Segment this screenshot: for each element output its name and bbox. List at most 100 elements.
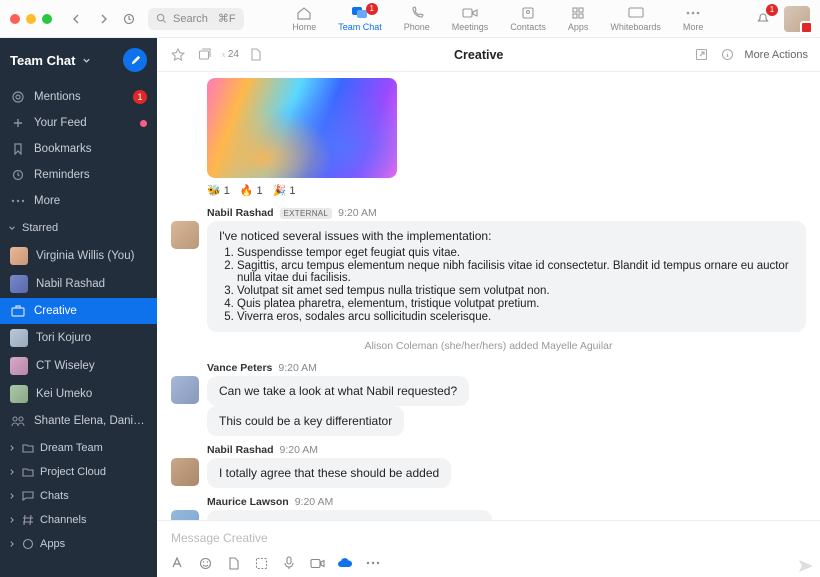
nav-more[interactable]: More	[683, 6, 704, 32]
emoji-button[interactable]	[197, 555, 213, 571]
sidebar-title: Team Chat	[10, 53, 76, 68]
sidebar-item-label: Virginia Willis (You)	[36, 250, 147, 262]
issue-list: Suspendisse tempor eget feugiat quis vit…	[237, 247, 794, 323]
sidebar-item-feed[interactable]: Your Feed	[0, 110, 157, 136]
sidebar-item-label: Shante Elena, Daniel Bow…	[34, 415, 147, 427]
members-button[interactable]: 24	[221, 46, 239, 64]
sidebar-item-group[interactable]: Shante Elena, Daniel Bow…	[0, 408, 157, 434]
avatar[interactable]	[171, 510, 199, 520]
files-button[interactable]	[247, 46, 265, 64]
sidebar-group-project[interactable]: Project Cloud	[0, 460, 157, 484]
external-link-button[interactable]	[692, 46, 710, 64]
nav-home[interactable]: Home	[292, 6, 316, 32]
list-item: Volutpat sit amet sed tempus nulla trist…	[237, 285, 794, 297]
list-item: Sagittis, arcu tempus elementum neque ni…	[237, 260, 794, 284]
contacts-icon	[519, 6, 537, 20]
apps-icon	[22, 538, 34, 550]
video-icon	[461, 6, 479, 20]
star-button[interactable]	[169, 46, 187, 64]
message: Maurice Lawson9:20 AM Should we schedule…	[171, 496, 806, 520]
reaction-party[interactable]: 🎉1	[273, 184, 296, 197]
group-icon	[10, 413, 26, 429]
message-time: 9:20 AM	[278, 362, 317, 374]
unread-badge: 1	[133, 90, 147, 104]
sidebar-item-label: Creative	[34, 305, 147, 317]
info-button[interactable]	[718, 46, 736, 64]
notifications-button[interactable]: 1	[752, 8, 774, 30]
hash-icon	[22, 514, 34, 526]
close-window[interactable]	[10, 14, 20, 24]
more-actions-button[interactable]: More Actions	[744, 49, 808, 61]
sidebar-item-reminders[interactable]: Reminders	[0, 162, 157, 188]
message-input[interactable]	[169, 525, 808, 555]
nav-meetings[interactable]: Meetings	[452, 6, 489, 32]
titlebar: Search ⌘F Home 1 Team Chat Phone Meeting…	[0, 0, 820, 38]
avatar[interactable]	[171, 376, 199, 404]
sidebar-group-apps[interactable]: Apps	[0, 532, 157, 556]
sidebar-item-nabil[interactable]: Nabil Rashad	[0, 270, 157, 298]
profile-avatar[interactable]	[784, 6, 810, 32]
sidebar-title-dropdown[interactable]: Team Chat	[10, 53, 91, 68]
more-icon	[10, 193, 26, 209]
reaction-bee[interactable]: 🐝1	[207, 184, 230, 197]
sidebar: Team Chat Mentions 1 Your Feed	[0, 38, 157, 577]
format-button[interactable]	[169, 555, 185, 571]
nav-badge: 1	[366, 3, 378, 15]
members-count: 24	[228, 49, 239, 60]
attach-file-button[interactable]	[225, 555, 241, 571]
avatar[interactable]	[171, 458, 199, 486]
sidebar-group-channels[interactable]: Channels	[0, 508, 157, 532]
nav-team-chat[interactable]: 1 Team Chat	[338, 6, 382, 32]
avatar[interactable]	[171, 221, 199, 249]
compose-button[interactable]	[123, 48, 147, 72]
message-text: I've noticed several issues with the imp…	[219, 229, 794, 243]
nav-forward-button[interactable]	[92, 8, 114, 30]
sidebar-item-mentions[interactable]: Mentions 1	[0, 84, 157, 110]
audio-button[interactable]	[281, 555, 297, 571]
sidebar-item-creative[interactable]: Creative	[0, 298, 157, 324]
history-button[interactable]	[118, 8, 140, 30]
global-search[interactable]: Search ⌘F	[148, 8, 244, 30]
nav-contacts[interactable]: Contacts	[510, 6, 546, 32]
message: Nabil Rashad9:20 AM I totally agree that…	[171, 444, 806, 488]
maximize-window[interactable]	[42, 14, 52, 24]
nav-back-button[interactable]	[66, 8, 88, 30]
send-button[interactable]	[798, 559, 814, 573]
more-tools-button[interactable]	[365, 555, 381, 571]
sidebar-item-kei[interactable]: Kei Umeko	[0, 380, 157, 408]
phone-icon	[408, 6, 426, 20]
group-label: Apps	[40, 538, 65, 550]
attached-image[interactable]	[207, 78, 397, 178]
nav-apps[interactable]: Apps	[568, 6, 589, 32]
nav-label: Home	[292, 22, 316, 32]
message-time: 9:20 AM	[338, 207, 377, 219]
minimize-window[interactable]	[26, 14, 36, 24]
sidebar-item-bookmarks[interactable]: Bookmarks	[0, 136, 157, 162]
sidebar-group-chats[interactable]: Chats	[0, 484, 157, 508]
sidebar-item-virginia[interactable]: Virginia Willis (You)	[0, 242, 157, 270]
nav-whiteboards[interactable]: Whiteboards	[610, 6, 661, 32]
nav-label: Phone	[404, 22, 430, 32]
nav-phone[interactable]: Phone	[404, 6, 430, 32]
sidebar-item-more[interactable]: More	[0, 188, 157, 214]
plus-icon	[10, 115, 26, 131]
sidebar-group-dream[interactable]: Dream Team	[0, 436, 157, 460]
sidebar-item-ct[interactable]: CT Wiseley	[0, 352, 157, 380]
avatar	[10, 275, 28, 293]
emoji: 🎉	[273, 184, 287, 197]
video-clip-button[interactable]	[309, 555, 325, 571]
new-window-button[interactable]	[195, 46, 213, 64]
reaction-fire[interactable]: 🔥1	[240, 184, 263, 197]
group-label: Starred	[22, 222, 58, 234]
avatar	[10, 385, 28, 403]
bookmark-icon	[10, 141, 26, 157]
nav-label: Team Chat	[338, 22, 382, 32]
sidebar-group-starred[interactable]: Starred	[0, 216, 157, 240]
cloud-button[interactable]	[337, 555, 353, 571]
message-list[interactable]: 🐝1 🔥1 🎉1 Nabil RashadEXTERNAL9:20 AM I'v…	[157, 72, 820, 520]
message: Nabil RashadEXTERNAL9:20 AM I've noticed…	[171, 207, 806, 332]
sidebar-item-tori[interactable]: Tori Kojuro	[0, 324, 157, 352]
avatar	[10, 357, 28, 375]
screenshot-button[interactable]	[253, 555, 269, 571]
message-text: Should we schedule a meeting to talk abo…	[207, 510, 492, 520]
